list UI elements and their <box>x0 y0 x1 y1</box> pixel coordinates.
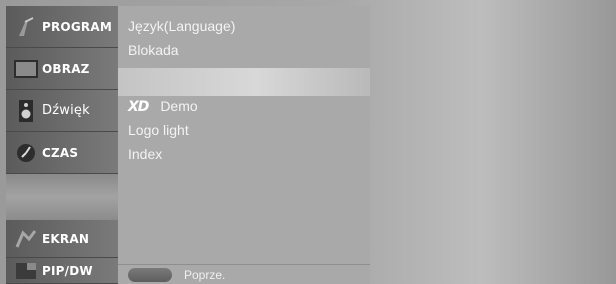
category-label: PROGRAM <box>42 19 112 34</box>
category-label: CZAS <box>42 145 79 160</box>
category-ekran[interactable]: EKRAN <box>6 220 118 258</box>
selection-highlight <box>118 68 370 96</box>
prev-button-icon[interactable] <box>128 267 172 282</box>
menu-item-xd-demo[interactable]: XD Demo <box>128 98 198 115</box>
menu-item-index[interactable]: Index <box>128 146 162 162</box>
antenna-icon <box>10 16 42 38</box>
screen-icon <box>10 59 42 78</box>
menu-item-logo-light[interactable]: Logo light <box>128 122 189 138</box>
category-label: OBRAZ <box>42 61 90 76</box>
pip-icon <box>10 262 42 280</box>
display-adjust-icon <box>10 229 42 249</box>
menu-item-label: Język(Language) <box>128 18 236 34</box>
tv-osd-menu: PROGRAM OBRAZ Dźwięk CZAS EKRAN PIP/DW J… <box>0 0 616 284</box>
category-label: Dźwięk <box>42 103 90 118</box>
menu-item-language[interactable]: Język(Language) <box>128 18 235 34</box>
footer-bar: Poprze. <box>118 265 370 284</box>
category-label: EKRAN <box>42 231 90 246</box>
menu-item-label: Demo <box>160 98 198 114</box>
category-pip-dw[interactable]: PIP/DW <box>6 258 118 284</box>
category-spacer <box>6 174 118 220</box>
category-czas[interactable]: CZAS <box>6 132 118 174</box>
menu-item-label: Index <box>128 146 163 162</box>
category-sidebar: PROGRAM OBRAZ Dźwięk CZAS EKRAN PIP/DW <box>6 6 118 284</box>
category-dzwiek[interactable]: Dźwięk <box>6 90 118 132</box>
menu-item-blokada[interactable]: Blokada <box>128 42 179 58</box>
menu-item-label: Blokada <box>128 42 179 58</box>
xd-logo: XD <box>128 99 149 115</box>
clock-icon <box>10 142 42 164</box>
speaker-icon <box>10 99 42 123</box>
category-obraz[interactable]: OBRAZ <box>6 48 118 90</box>
category-label: PIP/DW <box>42 263 93 278</box>
submenu-panel: Język(Language) Blokada XD Demo Logo lig… <box>118 6 370 284</box>
menu-item-label: Logo light <box>128 122 189 138</box>
prev-label: Poprze. <box>184 267 226 282</box>
category-program[interactable]: PROGRAM <box>6 6 118 48</box>
